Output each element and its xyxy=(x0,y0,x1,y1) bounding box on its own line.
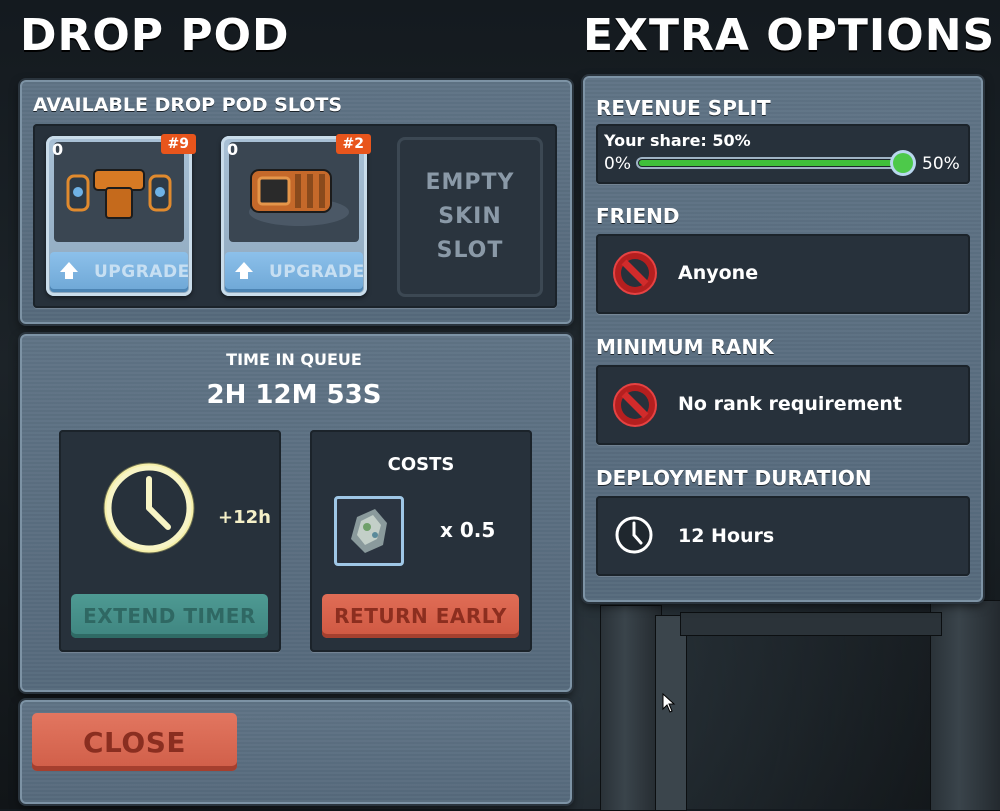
available-slots-label: AVAILABLE DROP POD SLOTS xyxy=(33,94,343,116)
empty-skin-slot[interactable]: EMPTY SKIN SLOT xyxy=(397,137,543,297)
slot-2-count: 0 xyxy=(227,140,239,159)
friend-value: Anyone xyxy=(678,262,759,284)
skin-slot-2[interactable]: 0 #2 UPGRADE xyxy=(221,134,371,296)
revenue-slider-handle[interactable] xyxy=(893,153,913,173)
background-machinery-top xyxy=(680,612,942,636)
crystal-resource-icon xyxy=(351,509,387,553)
slot-1-rank-badge: #9 xyxy=(160,134,196,154)
extend-timer-button[interactable]: EXTEND TIMER xyxy=(71,594,268,638)
drop-pod-title: DROP POD xyxy=(20,10,290,61)
mouse-cursor-icon xyxy=(662,693,676,713)
slot-2-upgrade-label: UPGRADE xyxy=(269,262,365,282)
crystal-resource-frame xyxy=(334,496,404,566)
up-arrow-icon xyxy=(60,262,78,279)
background-machinery-left xyxy=(600,605,662,811)
deployment-duration-value: 12 Hours xyxy=(678,525,775,547)
slot-1-count: 0 xyxy=(52,140,64,159)
revenue-share-text: Your share: 50% xyxy=(604,131,751,150)
friend-label: FRIEND xyxy=(596,204,680,228)
time-in-queue-label: TIME IN QUEUE xyxy=(226,350,362,369)
slot-1-upgrade-button[interactable]: UPGRADE xyxy=(50,252,190,292)
close-button[interactable]: CLOSE xyxy=(32,713,237,771)
drop-pod-skin-icon xyxy=(249,169,349,226)
revenue-max-label: 50% xyxy=(922,154,960,174)
clock-icon xyxy=(615,516,653,554)
slot-1-upgrade-label: UPGRADE xyxy=(94,262,190,282)
slot-2-upgrade-button[interactable]: UPGRADE xyxy=(225,252,365,292)
return-early-button[interactable]: RETURN EARLY xyxy=(322,594,519,638)
slot-2-preview xyxy=(229,142,359,242)
clock-icon xyxy=(103,462,195,554)
slot-1-preview xyxy=(54,142,184,242)
empty-skin-slot-label: EMPTY SKIN SLOT xyxy=(425,170,515,263)
revenue-slider-fill xyxy=(639,160,903,166)
extra-options-title: EXTRA OPTIONS xyxy=(583,10,996,61)
costs-label: COSTS xyxy=(387,454,455,475)
no-entry-icon xyxy=(613,383,657,427)
up-arrow-icon xyxy=(235,262,253,279)
skin-slot-1[interactable]: 0 #9 UPGRADE xyxy=(46,134,196,296)
revenue-min-label: 0% xyxy=(604,154,631,174)
revenue-slider-track[interactable] xyxy=(636,157,906,169)
mech-armor-skin-icon xyxy=(66,169,172,219)
time-in-queue-value: 2H 12M 53S xyxy=(206,380,382,410)
minimum-rank-label: MINIMUM RANK xyxy=(596,335,774,359)
no-entry-icon xyxy=(613,251,657,295)
extend-bonus-text: +12h xyxy=(218,507,271,528)
cost-multiplier: x 0.5 xyxy=(440,518,496,542)
deployment-duration-label: DEPLOYMENT DURATION xyxy=(596,466,872,490)
minimum-rank-value: No rank requirement xyxy=(678,393,902,415)
slot-2-rank-badge: #2 xyxy=(335,134,371,154)
background-machinery-pillar xyxy=(655,615,687,811)
revenue-split-label: REVENUE SPLIT xyxy=(596,96,771,120)
